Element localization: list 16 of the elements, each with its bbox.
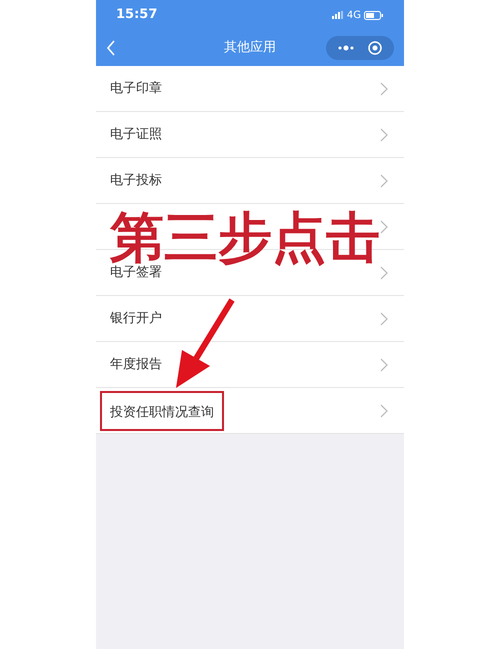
battery-icon bbox=[364, 10, 384, 20]
item-label: 银行开户 bbox=[110, 310, 162, 328]
status-time: 15:57 bbox=[116, 6, 158, 24]
item-label: 电子印章 bbox=[110, 80, 162, 98]
more-icon[interactable] bbox=[338, 45, 354, 51]
back-icon[interactable] bbox=[106, 40, 116, 56]
item-label: 电子投标 bbox=[110, 172, 162, 190]
network-label: 4G bbox=[346, 8, 361, 22]
capsule-menu[interactable] bbox=[326, 36, 394, 60]
item-label: 投资任职情况查询 bbox=[110, 404, 214, 420]
chevron-icon bbox=[380, 404, 388, 418]
page-title: 其他应用 bbox=[224, 39, 276, 58]
close-icon[interactable] bbox=[368, 41, 382, 55]
item-label: 电子证照 bbox=[110, 126, 162, 144]
signal-icon bbox=[332, 11, 344, 19]
item-label: 年度报告 bbox=[110, 356, 162, 374]
